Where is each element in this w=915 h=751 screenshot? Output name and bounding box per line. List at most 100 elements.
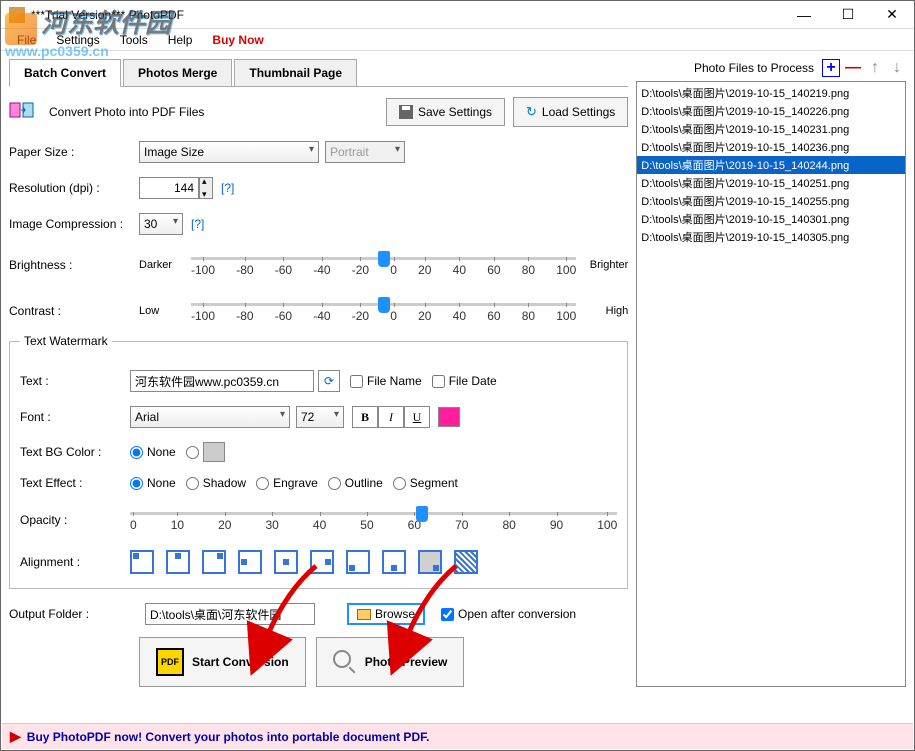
menubar: File Settings Tools Help Buy Now <box>1 29 914 51</box>
wm-bg-label: Text BG Color : <box>20 445 130 459</box>
menu-file[interactable]: File <box>9 31 44 49</box>
compression-help[interactable]: [?] <box>191 217 204 231</box>
footer-banner[interactable]: ▶ Buy PhotoPDF now! Convert your photos … <box>2 723 913 749</box>
resolution-help[interactable]: [?] <box>221 181 234 195</box>
wm-color-swatch[interactable] <box>438 407 460 427</box>
wm-underline-button[interactable]: U <box>404 406 430 428</box>
browse-button[interactable]: Browse <box>347 603 425 625</box>
align-mc[interactable] <box>274 550 298 574</box>
contrast-right: High <box>584 305 628 317</box>
file-item[interactable]: D:\tools\桌面图片\2019-10-15_140255.png <box>637 192 905 210</box>
file-item[interactable]: D:\tools\桌面图片\2019-10-15_140219.png <box>637 84 905 102</box>
floppy-icon <box>399 105 413 119</box>
align-tc[interactable] <box>166 550 190 574</box>
align-mr[interactable] <box>310 550 334 574</box>
menu-help[interactable]: Help <box>160 31 201 49</box>
tab-batch-convert[interactable]: Batch Convert <box>9 59 121 87</box>
compression-select[interactable]: 30 <box>139 213 183 235</box>
contrast-label: Contrast : <box>9 304 139 318</box>
watermark-legend: Text Watermark <box>20 334 112 348</box>
folder-icon <box>357 609 371 620</box>
wm-font-label: Font : <box>20 410 130 424</box>
arrow-icon: ▶ <box>10 728 21 745</box>
titlebar: ***Trial Version*** PhotoPDF — ☐ ✕ <box>1 1 914 29</box>
wm-italic-button[interactable]: I <box>378 406 404 428</box>
wm-filedate-check[interactable]: File Date <box>432 374 497 388</box>
convert-icon <box>9 100 41 124</box>
wm-bg-color-swatch[interactable] <box>203 442 225 462</box>
contrast-left: Low <box>139 305 183 317</box>
file-item[interactable]: D:\tools\桌面图片\2019-10-15_140236.png <box>637 138 905 156</box>
contrast-slider[interactable]: -100-80-60-40-20020406080100 <box>191 295 576 327</box>
brightness-slider[interactable]: -100-80-60-40-20020406080100 <box>191 249 576 281</box>
maximize-button[interactable]: ☐ <box>826 1 870 29</box>
file-item[interactable]: D:\tools\桌面图片\2019-10-15_140305.png <box>637 228 905 246</box>
wm-bg-none-radio[interactable]: None <box>130 445 176 459</box>
wm-font-select[interactable]: Arial <box>130 406 290 428</box>
text-watermark-group: Text Watermark Text : ⟳ File Name File D… <box>9 341 628 589</box>
paper-size-select[interactable]: Image Size <box>139 141 319 163</box>
remove-file-button[interactable]: — <box>844 59 862 77</box>
load-settings-button[interactable]: ↻Load Settings <box>513 97 628 127</box>
files-label: Photo Files to Process <box>636 61 818 75</box>
file-item[interactable]: D:\tools\桌面图片\2019-10-15_140301.png <box>637 210 905 228</box>
wm-fontsize-select[interactable]: 72 <box>296 406 344 428</box>
refresh-icon: ⟳ <box>324 374 334 388</box>
align-br[interactable] <box>418 550 442 574</box>
menu-tools[interactable]: Tools <box>112 31 156 49</box>
wm-align-label: Alignment : <box>20 555 130 569</box>
resolution-label: Resolution (dpi) : <box>9 181 139 195</box>
align-bc[interactable] <box>382 550 406 574</box>
orientation-select: Portrait <box>325 141 405 163</box>
align-tr[interactable] <box>202 550 226 574</box>
brightness-label: Brightness : <box>9 258 139 272</box>
wm-refresh-button[interactable]: ⟳ <box>318 370 340 392</box>
align-bl[interactable] <box>346 550 370 574</box>
align-tl[interactable] <box>130 550 154 574</box>
wm-bold-button[interactable]: B <box>352 406 378 428</box>
wm-effect-none[interactable]: None <box>130 476 176 490</box>
wm-effect-label: Text Effect : <box>20 476 130 490</box>
start-conversion-button[interactable]: PDF Start Conversion <box>139 637 306 687</box>
tab-photos-merge[interactable]: Photos Merge <box>123 59 232 86</box>
window-title: ***Trial Version*** PhotoPDF <box>31 8 782 22</box>
output-folder-input[interactable] <box>145 603 315 625</box>
photo-preview-button[interactable]: Photo Preview <box>316 637 465 687</box>
menu-settings[interactable]: Settings <box>48 31 107 49</box>
align-tile[interactable] <box>454 550 478 574</box>
file-list[interactable]: D:\tools\桌面图片\2019-10-15_140219.pngD:\to… <box>636 81 906 687</box>
wm-opacity-slider[interactable]: 0102030405060708090100 <box>130 504 617 536</box>
close-button[interactable]: ✕ <box>870 1 914 29</box>
pdf-icon: PDF <box>156 648 184 676</box>
wm-text-input[interactable] <box>130 370 314 392</box>
opacity-ticks: 0102030405060708090100 <box>130 518 617 532</box>
file-item[interactable]: D:\tools\桌面图片\2019-10-15_140244.png <box>637 156 905 174</box>
resolution-input[interactable] <box>139 177 199 199</box>
file-item[interactable]: D:\tools\桌面图片\2019-10-15_140226.png <box>637 102 905 120</box>
move-up-button[interactable]: ↑ <box>866 59 884 77</box>
wm-effect-outline[interactable]: Outline <box>328 476 383 490</box>
wm-effect-shadow[interactable]: Shadow <box>186 476 246 490</box>
wm-filename-check[interactable]: File Name <box>350 374 422 388</box>
move-down-button[interactable]: ↓ <box>888 59 906 77</box>
menu-buynow[interactable]: Buy Now <box>204 31 271 49</box>
file-item[interactable]: D:\tools\桌面图片\2019-10-15_140231.png <box>637 120 905 138</box>
wm-bg-color-radio[interactable] <box>186 446 199 459</box>
convert-label: Convert Photo into PDF Files <box>49 105 378 119</box>
minimize-button[interactable]: — <box>782 1 826 29</box>
open-after-check[interactable]: Open after conversion <box>441 607 576 621</box>
wm-effect-engrave[interactable]: Engrave <box>256 476 318 490</box>
brightness-right: Brighter <box>584 259 628 271</box>
save-settings-button[interactable]: Save Settings <box>386 98 505 126</box>
wm-effect-segment[interactable]: Segment <box>393 476 458 490</box>
output-label: Output Folder : <box>9 607 139 621</box>
resolution-spinner[interactable] <box>199 177 213 199</box>
align-ml[interactable] <box>238 550 262 574</box>
add-file-button[interactable]: + <box>822 59 840 77</box>
wm-opacity-label: Opacity : <box>20 513 130 527</box>
wm-text-label: Text : <box>20 374 130 388</box>
paper-size-label: Paper Size : <box>9 145 139 159</box>
app-icon <box>9 7 25 23</box>
tab-thumbnail-page[interactable]: Thumbnail Page <box>234 59 357 86</box>
file-item[interactable]: D:\tools\桌面图片\2019-10-15_140251.png <box>637 174 905 192</box>
